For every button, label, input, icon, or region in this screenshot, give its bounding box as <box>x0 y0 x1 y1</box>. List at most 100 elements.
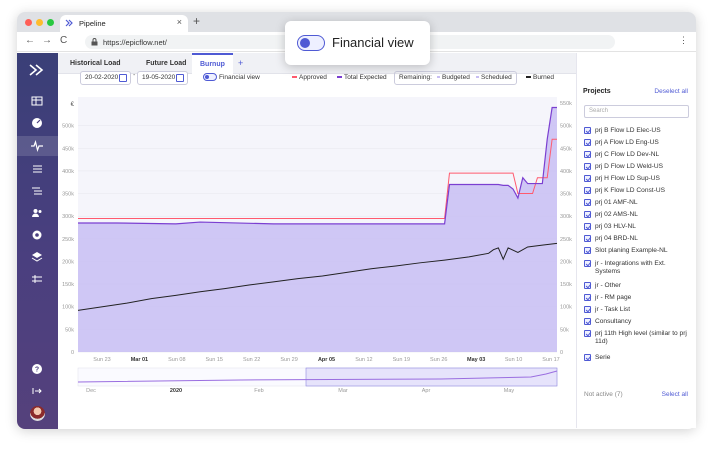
project-checkbox[interactable] <box>584 260 591 267</box>
project-item[interactable]: prj D Flow LD Weld-US <box>584 163 692 171</box>
project-checkbox[interactable] <box>584 247 591 254</box>
project-item[interactable]: Serie <box>584 354 692 362</box>
new-tab-button[interactable]: + <box>193 14 200 28</box>
x-tick-label: Mar 01 <box>131 357 148 363</box>
legend-scheduled-label: Scheduled <box>481 74 512 81</box>
remaining-label: Remaining: <box>399 74 432 81</box>
back-icon[interactable]: ← <box>25 35 35 46</box>
add-tab-button[interactable]: + <box>230 53 251 74</box>
project-item[interactable]: prj H Flow LD Sup-US <box>584 175 692 183</box>
project-item[interactable]: jr - Other <box>584 282 692 290</box>
y-tick-label: 50k <box>65 327 74 333</box>
total-expected-swatch <box>337 76 342 79</box>
project-item[interactable]: prj 02 AMS-NL <box>584 211 692 219</box>
project-checkbox[interactable] <box>584 354 591 361</box>
legend-burned[interactable]: Burned <box>526 74 554 81</box>
project-label: jr - Task List <box>595 306 631 313</box>
y-tick-label: 350k <box>62 192 74 198</box>
date-from-field[interactable]: 20-02-2020 <box>80 71 131 85</box>
y-tick-label-right: 550k <box>560 101 572 107</box>
project-item[interactable]: Consultancy <box>584 318 692 326</box>
project-checkbox[interactable] <box>584 223 591 230</box>
project-item[interactable]: prj 01 AMF-NL <box>584 199 692 207</box>
project-label: prj K Flow LD Const-US <box>595 187 665 194</box>
project-label: prj B Flow LD Elec-US <box>595 127 661 134</box>
project-item[interactable]: jr - Integrations with Ext. Systems <box>584 260 692 276</box>
deselect-all-link[interactable]: Deselect all <box>654 88 688 95</box>
avatar[interactable] <box>30 406 45 421</box>
date-from-value: 20-02-2020 <box>85 74 119 81</box>
epicflow-logo-icon <box>65 19 73 27</box>
project-label: prj 01 AMF-NL <box>595 199 638 206</box>
project-checkbox[interactable] <box>584 139 591 146</box>
not-active-dropdown[interactable]: Not active (7) <box>584 391 623 398</box>
callout-label: Financial view <box>332 35 414 50</box>
maximize-window-button[interactable] <box>47 19 54 26</box>
project-checkbox[interactable] <box>584 211 591 218</box>
tab-burnup[interactable]: Burnup <box>192 53 233 74</box>
x-tick-label: Sun 29 <box>280 357 297 363</box>
project-checkbox[interactable] <box>584 127 591 134</box>
project-checkbox[interactable] <box>584 151 591 158</box>
reload-icon[interactable]: C <box>60 35 67 46</box>
x-tick-label: Sun 12 <box>355 357 372 363</box>
project-item[interactable]: jr - Task List <box>584 306 692 314</box>
epicflow-logo-icon[interactable] <box>29 63 47 77</box>
navigator-label: 2020 <box>170 388 182 394</box>
financial-view-toggle-large[interactable] <box>297 35 325 51</box>
project-item[interactable]: jr - RM page <box>584 294 692 302</box>
select-all-link[interactable]: Select all <box>662 391 688 398</box>
project-item[interactable]: prj 11th High level (similar to prj 11d) <box>584 330 692 346</box>
financial-view-label: Financial view <box>219 74 260 81</box>
project-item[interactable]: prj K Flow LD Const-US <box>584 187 692 195</box>
date-to-field[interactable]: 19-05-2020 <box>137 71 188 85</box>
legend-budgeted[interactable]: Budgeted <box>437 74 470 81</box>
legend-scheduled[interactable]: Scheduled <box>476 74 512 81</box>
project-item[interactable]: prj 04 BRD-NL <box>584 235 692 243</box>
burnup-chart[interactable]: 0 50k 100k 150k 200k 250k 300k 350k 400k 450k 500k… <box>41 88 577 406</box>
project-checkbox[interactable] <box>584 235 591 242</box>
project-checkbox[interactable] <box>584 187 591 194</box>
legend-total-expected[interactable]: Total Expected <box>337 74 387 81</box>
browser-menu-icon[interactable]: ⋮ <box>679 35 688 46</box>
project-checkbox[interactable] <box>584 175 591 182</box>
x-tick-label: Sun 08 <box>168 357 185 363</box>
project-label: jr - Integrations with Ext. Systems <box>595 260 666 275</box>
project-item[interactable]: prj A Flow LD Eng-US <box>584 139 692 147</box>
projects-search-input[interactable]: Search <box>584 105 689 118</box>
project-checkbox[interactable] <box>584 199 591 206</box>
financial-view-toggle[interactable] <box>203 73 217 81</box>
project-item[interactable]: Slot planing Example-NL <box>584 247 692 255</box>
calendar-icon[interactable] <box>176 74 184 82</box>
project-item[interactable]: prj 03 HLV-NL <box>584 223 692 231</box>
calendar-icon[interactable] <box>119 74 127 82</box>
navigator-label: May <box>504 388 515 394</box>
legend-approved[interactable]: Approved <box>292 74 327 81</box>
project-item[interactable]: prj C Flow LD Dev-NL <box>584 151 692 159</box>
minimize-window-button[interactable] <box>36 19 43 26</box>
legend-total-expected-label: Total Expected <box>344 74 387 81</box>
project-checkbox[interactable] <box>584 282 591 289</box>
legend-approved-label: Approved <box>299 74 327 81</box>
x-tick-label: Sun 22 <box>243 357 260 363</box>
url-text: https://epicflow.net/ <box>103 38 167 47</box>
lock-icon <box>91 38 98 46</box>
navigator-label: Mar <box>338 388 348 394</box>
y-tick-label: 200k <box>62 259 74 265</box>
project-item[interactable]: prj B Flow LD Elec-US <box>584 127 692 135</box>
scheduled-swatch <box>476 76 479 79</box>
x-tick-label: Sun 23 <box>93 357 110 363</box>
x-tick-label: Sun 10 <box>505 357 522 363</box>
forward-icon[interactable]: → <box>42 35 52 46</box>
tab-close-icon[interactable]: × <box>177 17 182 27</box>
project-checkbox[interactable] <box>584 330 591 337</box>
project-checkbox[interactable] <box>584 294 591 301</box>
browser-tab[interactable]: Pipeline × <box>60 15 188 32</box>
y-tick-label-right: 0 <box>560 350 563 356</box>
close-window-button[interactable] <box>25 19 32 26</box>
y-unit-label: € <box>71 102 75 108</box>
project-checkbox[interactable] <box>584 163 591 170</box>
y-tick-label-right: 500k <box>560 124 572 130</box>
project-checkbox[interactable] <box>584 306 591 313</box>
project-checkbox[interactable] <box>584 318 591 325</box>
